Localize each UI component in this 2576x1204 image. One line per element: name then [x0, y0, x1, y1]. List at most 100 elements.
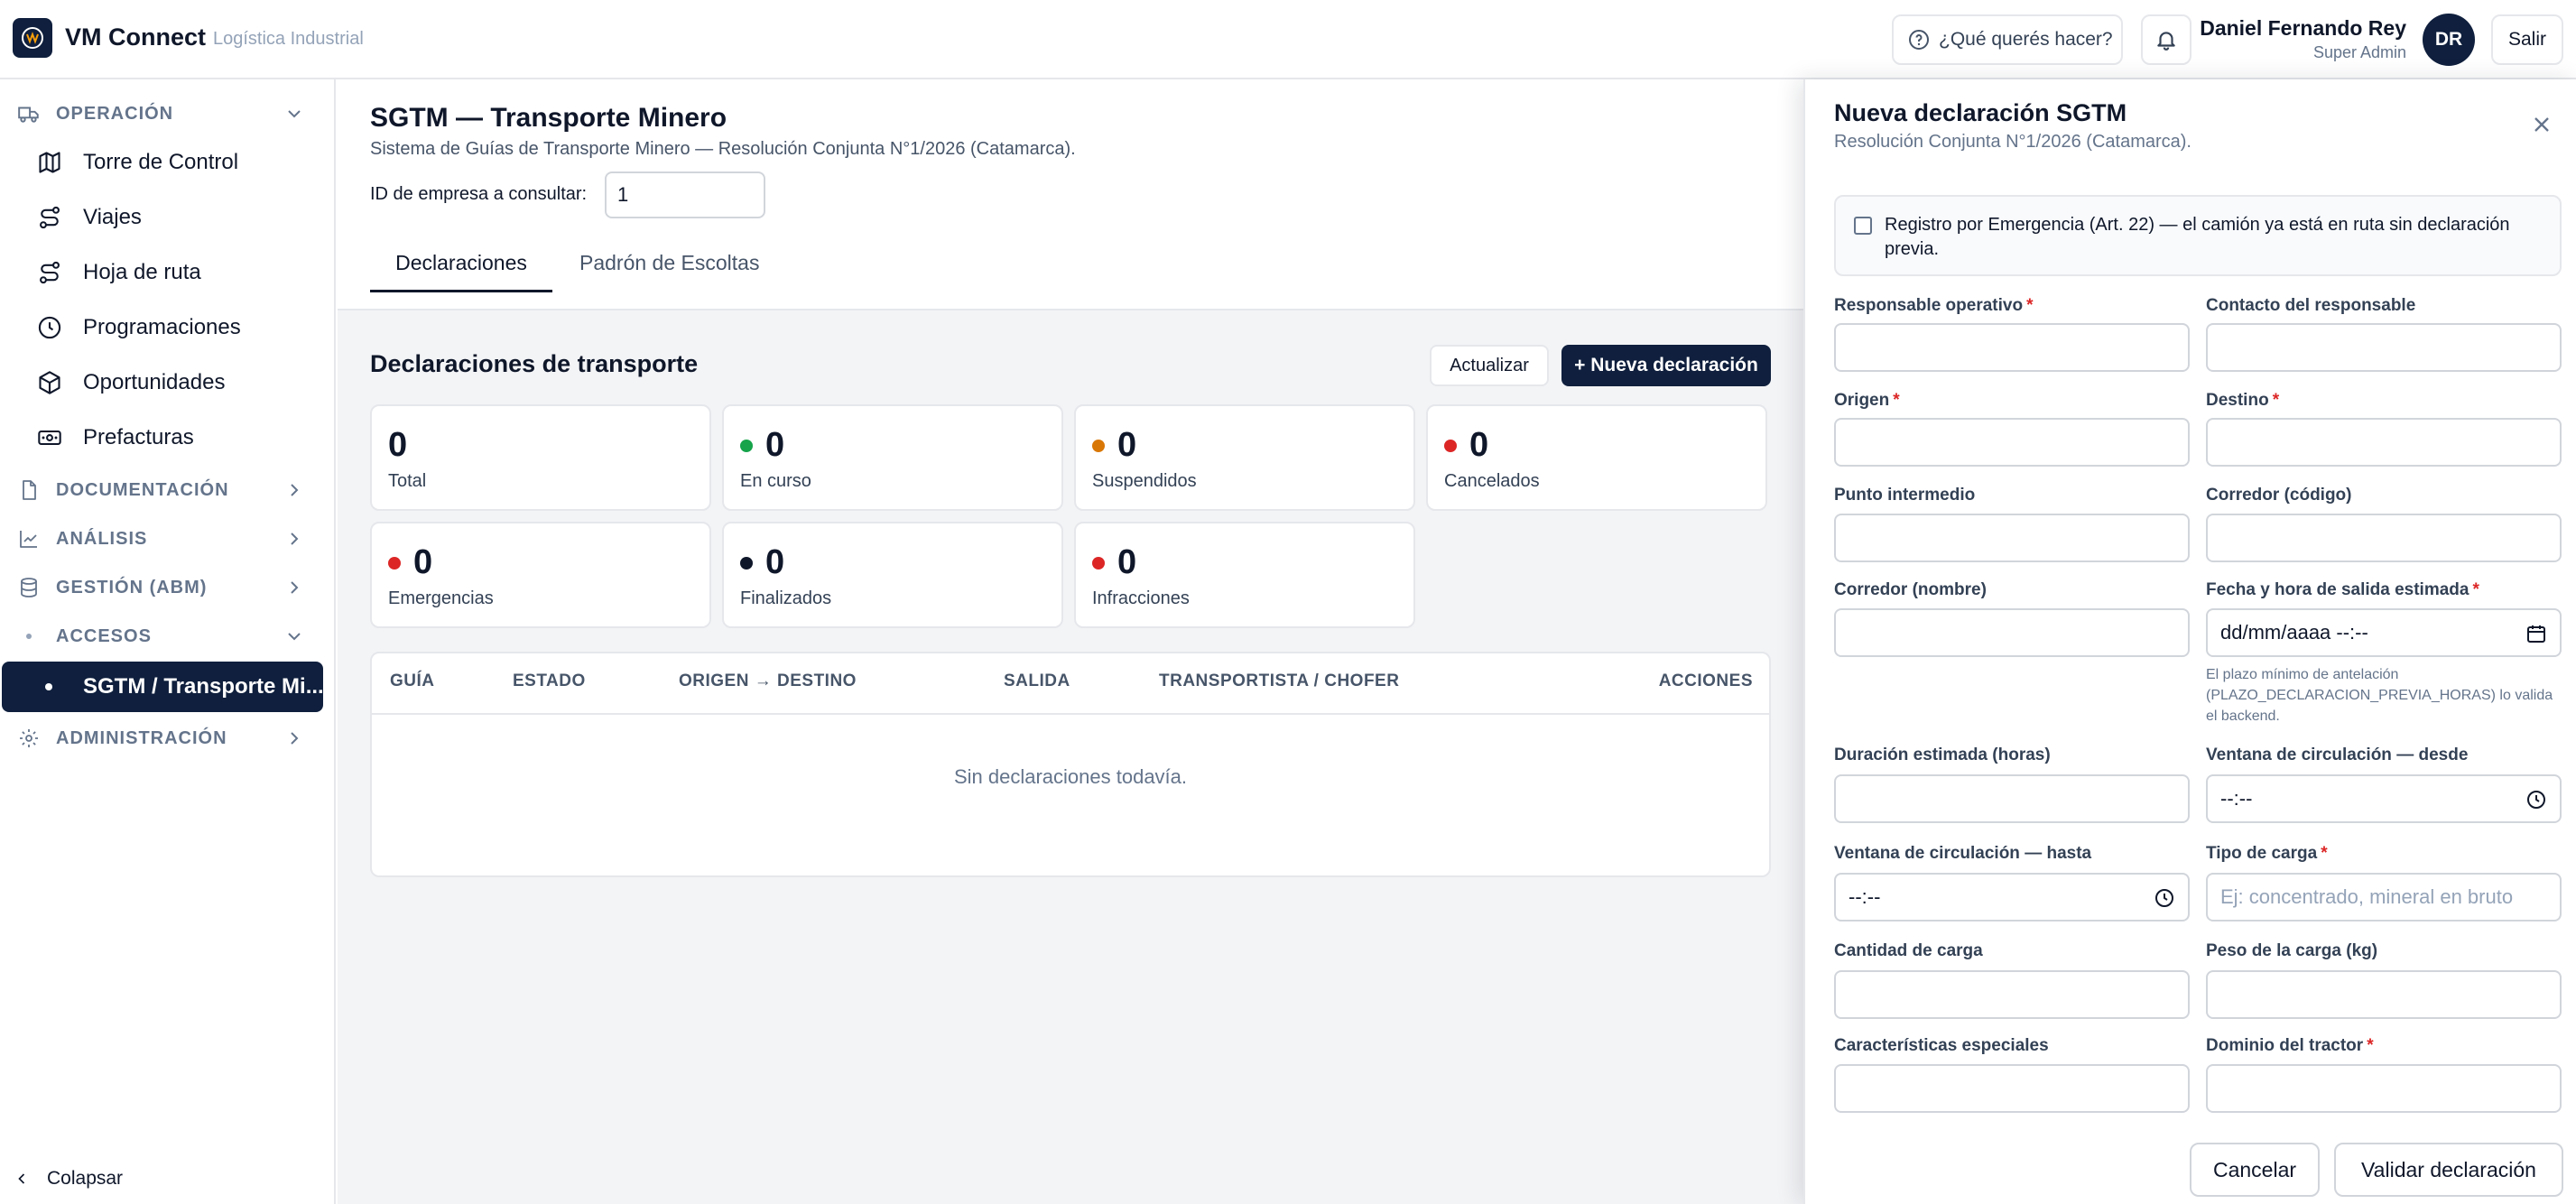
- label-text: Peso de la carga (kg): [2206, 941, 2378, 960]
- brand-name: VM Connect: [65, 23, 207, 51]
- calendar-icon[interactable]: [2525, 623, 2547, 644]
- caracteristicas-input[interactable]: [1834, 1064, 2190, 1113]
- stat-label: Finalizados: [740, 588, 832, 608]
- chevron-right-icon: [291, 533, 299, 545]
- stat-number: 0: [1117, 543, 1137, 581]
- sidebar-item-label: Programaciones: [83, 315, 241, 339]
- tab-declaraciones[interactable]: Declaraciones: [370, 251, 552, 292]
- database-icon: [16, 575, 42, 600]
- column-header-salida: SALIDA: [1004, 671, 1070, 690]
- page-header: SGTM — Transporte Minero Sistema de Guía…: [338, 79, 1803, 310]
- stat-card-cancelados: 0 Cancelados: [1426, 404, 1767, 511]
- cantidad-input[interactable]: [1834, 970, 2190, 1019]
- label-text: Fecha y hora de salida estimada: [2206, 580, 2469, 599]
- field-label-caracteristicas: Características especiales: [1834, 1036, 2049, 1056]
- chevron-down-icon: [288, 110, 301, 118]
- label-text: Características especiales: [1834, 1036, 2049, 1055]
- field-label-peso: Peso de la carga (kg): [2206, 941, 2377, 961]
- punto-intermedio-input[interactable]: [1834, 514, 2190, 562]
- label-text: Cantidad de carga: [1834, 941, 1983, 960]
- command-search-button[interactable]: ¿Qué querés hacer?: [1892, 14, 2123, 65]
- logo-icon[interactable]: [13, 18, 52, 58]
- gear-icon: [16, 726, 42, 751]
- label-text: Punto intermedio: [1834, 486, 1976, 505]
- required-mark: *: [1893, 391, 1900, 410]
- empty-state: Sin declaraciones todavía.: [953, 765, 1188, 788]
- chart-line-icon: [16, 526, 42, 551]
- refresh-button[interactable]: Actualizar: [1430, 345, 1549, 386]
- column-header-transportista: TRANSPORTISTA / CHOFER: [1159, 671, 1400, 690]
- responsable-input[interactable]: [1834, 323, 2190, 372]
- field-label-corredor-codigo: Corredor (código): [2206, 486, 2352, 505]
- field-label-contacto: Contacto del responsable: [2206, 296, 2415, 316]
- tipo-carga-placeholder: Ej: concentrado, mineral en bruto: [2220, 885, 2514, 908]
- stat-label: Total: [388, 471, 427, 491]
- stat-value: 0: [1092, 543, 1136, 582]
- sidebar-section-label: OPERACIÓN: [56, 103, 174, 124]
- label-text: Tipo de carga: [2206, 844, 2318, 863]
- status-dot-icon: [1092, 439, 1105, 452]
- sidebar-section-operacion[interactable]: OPERACIÓN: [16, 96, 305, 132]
- table-divider: [372, 713, 1769, 715]
- tipo-carga-input[interactable]: Ej: concentrado, mineral en bruto: [2206, 873, 2562, 922]
- tab-padron-escoltas[interactable]: Padrón de Escoltas: [579, 251, 759, 275]
- notifications-button[interactable]: [2141, 14, 2191, 65]
- section-title: Declaraciones de transporte: [370, 350, 699, 377]
- sidebar-section-analisis[interactable]: ANÁLISIS: [16, 521, 305, 557]
- sidebar-section-gestion[interactable]: GESTIÓN (ABM): [16, 570, 305, 606]
- status-dot-icon: [388, 556, 401, 570]
- sidebar-item-prefacturas[interactable]: Prefacturas: [36, 414, 316, 461]
- sidebar-item-torre-de-control[interactable]: Torre de Control: [36, 139, 316, 186]
- corredor-nombre-input[interactable]: [1834, 608, 2190, 657]
- ventana-desde-input[interactable]: --:--: [2206, 774, 2562, 823]
- sidebar-item-hoja-de-ruta[interactable]: Hoja de ruta: [36, 249, 316, 296]
- close-icon[interactable]: [2529, 112, 2554, 137]
- sidebar-item-sgtm[interactable]: SGTM / Transporte Mi...: [2, 662, 323, 712]
- sidebar-item-viajes[interactable]: Viajes: [36, 194, 316, 241]
- required-mark: *: [2026, 296, 2034, 315]
- sidebar-section-accesos[interactable]: ACCESOS: [16, 618, 305, 654]
- destino-input[interactable]: [2206, 418, 2562, 467]
- emergency-checkbox[interactable]: [1854, 217, 1872, 235]
- ventana-hasta-input[interactable]: --:--: [1834, 873, 2190, 922]
- top-bar: VM Connect Logística Industrial ¿Qué que…: [0, 0, 2576, 79]
- label-text: Dominio del tractor: [2206, 1036, 2364, 1055]
- fecha-salida-value: dd/mm/aaaa --:--: [2220, 621, 2368, 644]
- field-label-corredor-nombre: Corredor (nombre): [1834, 580, 1987, 600]
- status-dot-icon: [740, 439, 753, 452]
- sidebar-section-documentacion[interactable]: DOCUMENTACIÓN: [16, 472, 305, 508]
- sidebar-item-programaciones[interactable]: Programaciones: [36, 304, 316, 351]
- collapse-sidebar-button[interactable]: Colapsar: [13, 1168, 123, 1190]
- logout-button[interactable]: Salir: [2491, 14, 2563, 65]
- duracion-input[interactable]: [1834, 774, 2190, 823]
- cancel-button[interactable]: Cancelar: [2190, 1143, 2320, 1197]
- sidebar-section-administracion[interactable]: ADMINISTRACIÓN: [16, 720, 305, 756]
- label-text: Corredor (nombre): [1834, 580, 1987, 599]
- field-label-origen: Origen *: [1834, 391, 1900, 411]
- label-text: Ventana de circulación — hasta: [1834, 844, 2092, 863]
- status-dot-icon: [740, 556, 753, 570]
- fecha-salida-input[interactable]: dd/mm/aaaa --:--: [2206, 608, 2562, 657]
- sidebar-item-oportunidades[interactable]: Oportunidades: [36, 359, 316, 406]
- contacto-input[interactable]: [2206, 323, 2562, 372]
- ventana-desde-value: --:--: [2220, 787, 2253, 810]
- page-subtitle: Sistema de Guías de Transporte Minero — …: [370, 139, 1076, 159]
- company-id-input[interactable]: [605, 171, 765, 218]
- new-declaration-button[interactable]: + Nueva declaración: [1561, 345, 1771, 386]
- dominio-tractor-input[interactable]: [2206, 1064, 2562, 1113]
- clock-icon[interactable]: [2154, 887, 2175, 909]
- validate-declaration-button[interactable]: Validar declaración: [2334, 1143, 2563, 1197]
- chevron-right-icon: [291, 732, 299, 745]
- label-text: Destino: [2206, 391, 2269, 410]
- clock-icon[interactable]: [2525, 789, 2547, 810]
- stat-card-total: 0 Total: [370, 404, 711, 511]
- map-icon: [36, 149, 63, 176]
- peso-input[interactable]: [2206, 970, 2562, 1019]
- corredor-codigo-input[interactable]: [2206, 514, 2562, 562]
- column-header-guia: GUÍA: [390, 671, 435, 690]
- avatar[interactable]: DR: [2423, 14, 2475, 66]
- stat-card-en-curso: 0 En curso: [722, 404, 1063, 511]
- column-header-acciones: ACCIONES: [1658, 671, 1753, 690]
- origen-input[interactable]: [1834, 418, 2190, 467]
- clock-icon: [36, 314, 63, 341]
